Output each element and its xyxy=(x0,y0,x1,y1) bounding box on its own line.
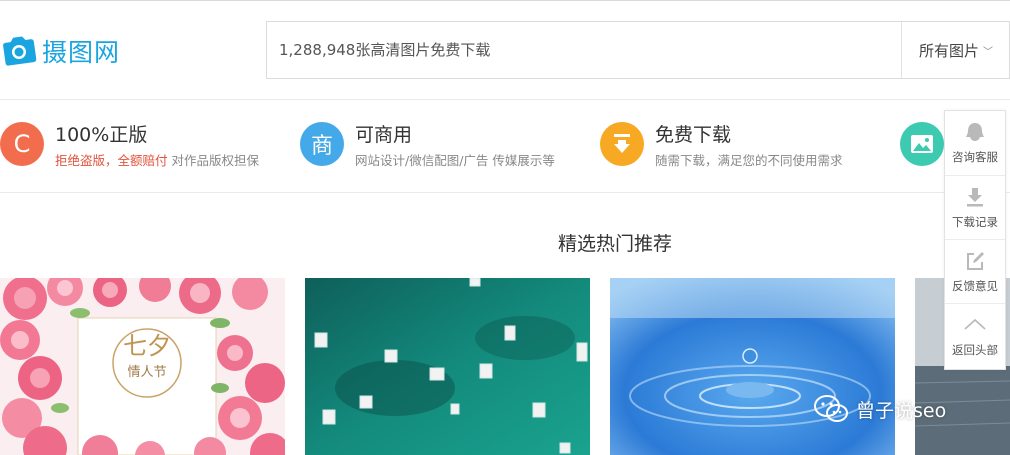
sidebar-item-service[interactable]: 咨询客服 xyxy=(945,111,1005,175)
section-title: 精选热门推荐 xyxy=(557,233,672,255)
qixi-roses-image: 七夕 情人节 xyxy=(0,278,285,455)
header-divider xyxy=(0,99,1010,100)
feature-title: 可商用 xyxy=(355,124,413,146)
feature-desc: 随需下载，满足您的不同使用需求 xyxy=(655,153,843,168)
sidebar-item-downloads[interactable]: 下载记录 xyxy=(945,175,1005,239)
feature-desc-highlight: 拒绝盗版，全额赔付 xyxy=(55,153,168,168)
wechat-icon xyxy=(814,395,848,422)
copyright-badge-icon: C xyxy=(0,122,44,166)
feature-image xyxy=(900,120,944,170)
sidebar-item-back-to-top[interactable]: 返回头部 xyxy=(945,303,1005,367)
search-input[interactable] xyxy=(267,22,901,78)
feature-title: 免费下载 xyxy=(655,124,732,146)
qixi-sub-text: 情人节 xyxy=(127,365,166,380)
sidebar-label: 反馈意见 xyxy=(952,278,998,293)
water-drop-image xyxy=(610,278,895,455)
qixi-main-text: 七夕 xyxy=(123,332,171,360)
picture-icon xyxy=(911,135,933,153)
category-select-label: 所有图片 xyxy=(918,41,979,60)
commercial-badge-icon: 商 xyxy=(300,122,344,166)
edit-feedback-icon xyxy=(967,251,984,270)
search-bar: 所有图片 ﹀ xyxy=(266,21,1010,79)
feature-desc: 网站设计/微信配图/广告 传媒展示等 xyxy=(355,153,555,168)
feature-desc-text: 对作品版权担保 xyxy=(167,153,259,168)
side-toolbar: 咨询客服 下载记录 反馈意见 返回头部 xyxy=(944,110,1006,370)
image-badge-icon xyxy=(900,122,944,166)
chevron-down-icon: ﹀ xyxy=(983,46,993,58)
gallery-card-qixi[interactable]: 七夕 情人节 xyxy=(0,278,285,455)
feature-title: 100%正版 xyxy=(55,124,148,146)
sidebar-label: 咨询客服 xyxy=(952,150,998,164)
download-badge-icon xyxy=(600,122,644,166)
site-logo[interactable]: 摄图网 xyxy=(0,33,120,69)
camera-logo-icon xyxy=(3,36,37,66)
feature-divider xyxy=(0,192,1010,193)
watermark-text: 曾子说seo xyxy=(856,399,947,422)
sidebar-item-feedback[interactable]: 反馈意见 xyxy=(945,239,1005,303)
chevron-up-icon xyxy=(964,318,986,330)
chat-service-icon xyxy=(966,123,984,141)
wechat-watermark: 曾子说seo xyxy=(814,390,946,428)
gallery-card-boats[interactable] xyxy=(305,278,590,455)
sidebar-label: 返回头部 xyxy=(952,342,998,357)
boats-sea-image xyxy=(305,278,590,455)
download-arrow-icon xyxy=(614,134,630,153)
gallery-card-waterdrop[interactable] xyxy=(610,278,895,455)
top-border xyxy=(0,0,1010,1)
category-select[interactable]: 所有图片 ﹀ xyxy=(902,22,1010,78)
download-icon xyxy=(967,187,983,206)
sidebar-label: 下载记录 xyxy=(952,214,998,229)
feature-desc: 拒绝盗版，全额赔付 对作品版权担保 xyxy=(55,150,259,169)
logo-text: 摄图网 xyxy=(42,38,121,67)
